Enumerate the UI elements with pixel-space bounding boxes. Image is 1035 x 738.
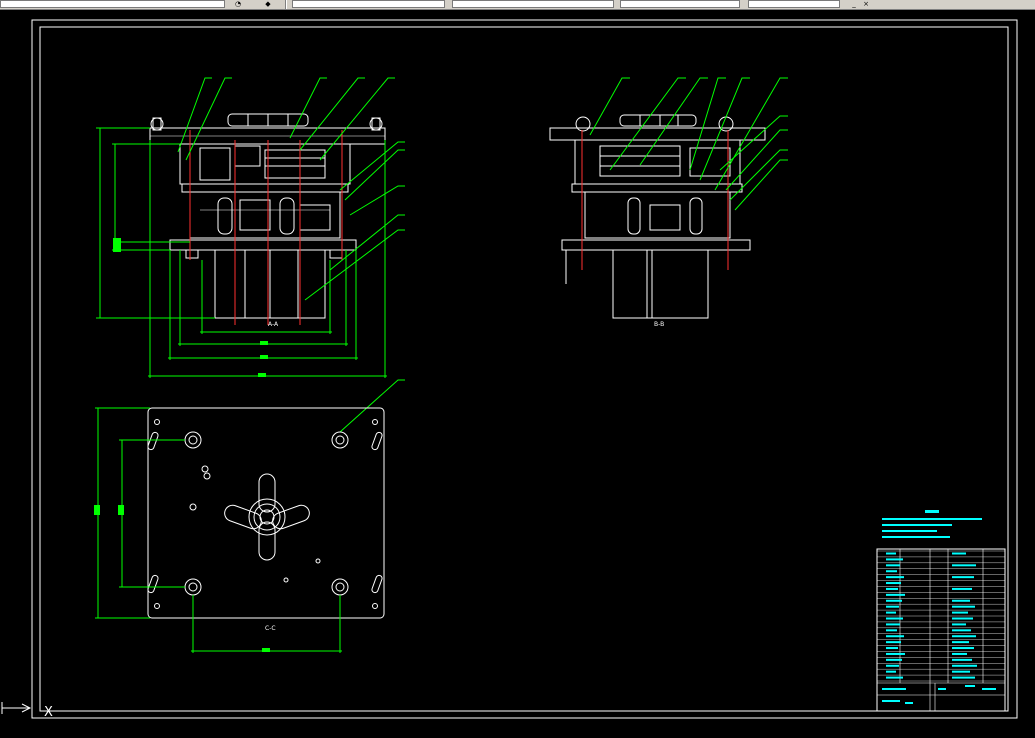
color-dropdown[interactable] xyxy=(292,0,445,8)
parts-list-cell xyxy=(886,611,896,614)
parts-list-cell xyxy=(886,647,898,650)
drawing-frame xyxy=(39,26,1009,712)
layer-dropdown[interactable] xyxy=(0,0,225,8)
view-a-front-section: A-A xyxy=(96,77,405,433)
toolbar-separator xyxy=(285,0,287,9)
title-cell xyxy=(905,702,913,704)
parts-list-cell xyxy=(952,552,966,555)
parts-list-cell xyxy=(886,641,901,644)
parts-list-cell xyxy=(886,617,903,620)
parts-list-cell xyxy=(886,629,897,632)
view-b-label: B-B xyxy=(654,321,664,328)
parts-list-cell xyxy=(886,558,903,561)
parts-list-cell xyxy=(886,582,901,585)
layer-previous-icon[interactable]: ◆ xyxy=(262,0,274,8)
view-a-label: A-A xyxy=(268,321,279,328)
parts-list-cell xyxy=(886,587,898,590)
title-cell xyxy=(965,685,975,687)
parts-list-cell xyxy=(952,670,970,673)
layer-state-icon[interactable]: ◔ xyxy=(232,0,244,8)
parts-list-cell xyxy=(952,599,970,602)
lineweight-dropdown[interactable] xyxy=(620,0,740,8)
parts-list-cell xyxy=(886,576,904,579)
parts-list-cell xyxy=(952,647,974,650)
title-cell xyxy=(982,688,996,690)
parts-list-cell xyxy=(952,635,976,638)
minimize-button[interactable]: _ xyxy=(848,0,860,8)
title-cell xyxy=(882,700,900,702)
parts-list-cell xyxy=(952,658,972,661)
parts-list-cell xyxy=(952,587,972,590)
parts-list-cell xyxy=(952,629,971,632)
parts-list-cell xyxy=(886,664,899,667)
parts-list-cell xyxy=(886,623,900,626)
parts-list-cell xyxy=(886,676,903,679)
linetype-dropdown[interactable] xyxy=(452,0,614,8)
parts-list-cell xyxy=(952,611,968,614)
parts-list-cell xyxy=(952,652,967,655)
title-cell xyxy=(882,688,906,690)
parts-list-cell xyxy=(952,617,973,620)
parts-list-cell xyxy=(952,676,975,679)
parts-list-cell xyxy=(952,605,975,608)
ucs-x-label: X xyxy=(44,705,53,720)
properties-toolbar: ◔ ◆ _ × xyxy=(0,0,1035,10)
title-block xyxy=(876,548,1006,712)
drawing-canvas[interactable]: A-A B-B C-C X xyxy=(0,10,1035,734)
parts-list-cell xyxy=(886,670,896,673)
view-b-side-section: B-B xyxy=(549,77,788,328)
parts-list-cell xyxy=(952,641,969,644)
parts-list-cell xyxy=(886,552,896,555)
view-c-plan: C-C xyxy=(94,407,385,653)
close-button[interactable]: × xyxy=(860,0,872,8)
parts-list-cell xyxy=(886,652,905,655)
sheet-border xyxy=(31,19,1018,719)
parts-list-cell xyxy=(886,605,899,608)
parts-list-cell xyxy=(952,564,976,567)
technical-notes xyxy=(882,510,982,538)
parts-list-cell xyxy=(952,623,966,626)
parts-list-cell xyxy=(952,576,974,579)
parts-list-cell xyxy=(886,635,904,638)
parts-list-cell xyxy=(952,664,977,667)
drawing-svg: A-A B-B C-C X xyxy=(1,19,1018,720)
view-c-label: C-C xyxy=(265,625,276,632)
parts-list-cell xyxy=(886,658,902,661)
parts-list-cell xyxy=(886,570,897,573)
title-cell xyxy=(938,688,946,690)
ucs-icon xyxy=(1,702,32,714)
parts-list-cell xyxy=(886,564,900,567)
parts-list-cell xyxy=(886,593,905,596)
plotstyle-dropdown[interactable] xyxy=(748,0,840,8)
parts-list-cell xyxy=(886,599,902,602)
